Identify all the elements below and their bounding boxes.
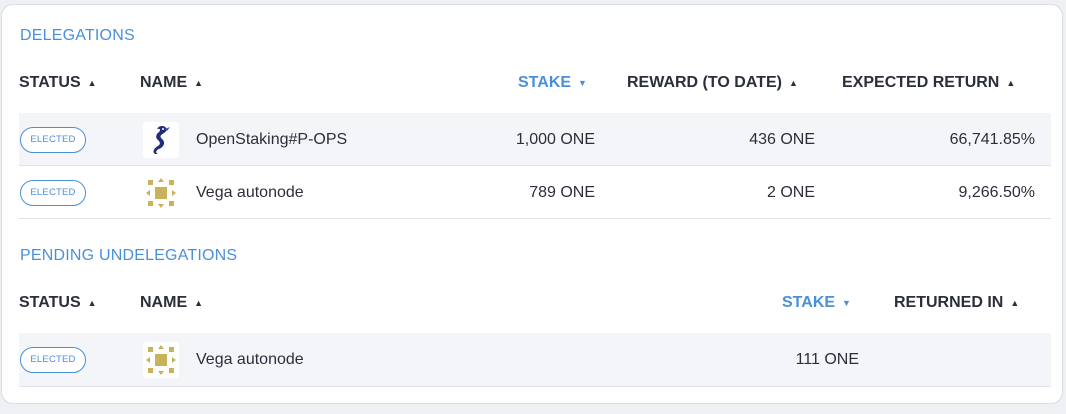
sort-up-icon: ▲	[87, 78, 97, 88]
vega-pattern-logo-icon	[143, 175, 179, 211]
sort-up-icon: ▲	[87, 298, 97, 308]
header-label: REWARD (TO DATE)	[627, 74, 782, 91]
seahorse-logo-icon	[143, 122, 179, 158]
vega-pattern-logo-icon	[143, 342, 179, 378]
header-label: RETURNED IN	[894, 294, 1004, 311]
expected-return-value: 9,266.50%	[958, 184, 1035, 201]
sort-up-icon: ▲	[1010, 298, 1020, 308]
table-row[interactable]: ELECTED Vega autonode 111 ONE	[19, 333, 1051, 387]
pending-undelegations-title: PENDING UNDELEGATIONS	[20, 247, 238, 264]
status-badge: ELECTED	[20, 347, 86, 373]
stake-value: 1,000 ONE	[515, 131, 595, 148]
table-row[interactable]: ELECTED Vega autonode 789 ONE 2 ONE 9,26…	[19, 166, 1051, 219]
staking-card: DELEGATIONS STATUS ▲ NAME ▲ STAKE ▼ REWARD …	[1, 4, 1063, 404]
header-label: EXPECTED RETURN	[842, 74, 1000, 91]
status-badge: ELECTED	[20, 127, 86, 153]
undelegations-status-header[interactable]: STATUS ▲	[19, 294, 97, 312]
sort-up-icon: ▲	[1006, 78, 1016, 88]
undelegations-name-header[interactable]: NAME ▲	[140, 294, 203, 312]
delegations-expected-return-header[interactable]: EXPECTED RETURN ▲	[842, 74, 1015, 92]
delegations-status-header[interactable]: STATUS ▲	[19, 74, 97, 92]
expected-return-value: 66,741.85%	[949, 131, 1035, 148]
delegations-reward-header[interactable]: REWARD (TO DATE) ▲	[627, 74, 798, 92]
header-label: STATUS	[19, 74, 81, 91]
undelegations-stake-header[interactable]: STAKE ▼	[782, 294, 851, 312]
sort-up-icon: ▲	[194, 78, 204, 88]
validator-name[interactable]: Vega autonode	[196, 166, 304, 219]
reward-value: 2 ONE	[766, 184, 815, 201]
undelegations-returned-in-header[interactable]: RETURNED IN ▲	[894, 294, 1019, 312]
stake-value: 789 ONE	[529, 184, 595, 201]
validator-name[interactable]: OpenStaking#P-OPS	[196, 113, 347, 166]
sort-up-icon: ▲	[194, 298, 204, 308]
status-badge: ELECTED	[20, 180, 86, 206]
delegations-title: DELEGATIONS	[20, 27, 135, 44]
header-label: STATUS	[19, 294, 81, 311]
header-label: STAKE	[518, 74, 572, 91]
stake-value: 111 ONE	[795, 351, 859, 368]
validator-name[interactable]: Vega autonode	[196, 333, 304, 386]
sort-up-icon: ▲	[788, 78, 798, 88]
table-row[interactable]: ELECTED OpenStaking#P-OPS 1,000 ONE 436 …	[19, 113, 1051, 166]
header-label: NAME	[140, 74, 188, 91]
header-label: STAKE	[782, 294, 836, 311]
delegations-stake-header[interactable]: STAKE ▼	[518, 74, 587, 92]
sort-down-icon: ▼	[578, 78, 587, 88]
delegations-name-header[interactable]: NAME ▲	[140, 74, 203, 92]
sort-down-icon: ▼	[842, 298, 851, 308]
reward-value: 436 ONE	[749, 131, 815, 148]
header-label: NAME	[140, 294, 188, 311]
